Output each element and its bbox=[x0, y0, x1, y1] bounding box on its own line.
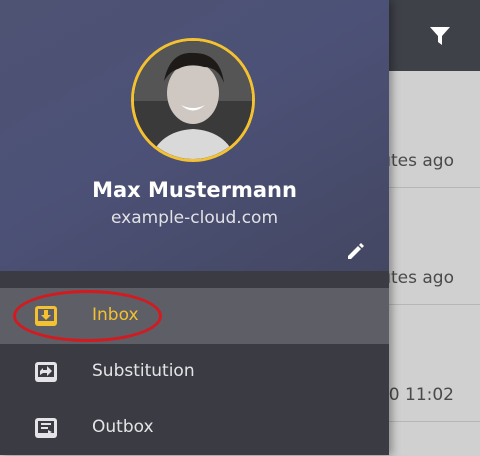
menu-item-label: Inbox bbox=[92, 305, 139, 325]
menu-item-substitution[interactable]: Substitution bbox=[0, 344, 389, 400]
menu-item-outbox[interactable]: Outbox bbox=[0, 400, 389, 456]
menu-item-label: Outbox bbox=[92, 417, 154, 437]
substitution-icon bbox=[33, 360, 59, 384]
edit-profile-button[interactable] bbox=[342, 237, 370, 265]
pencil-icon bbox=[348, 243, 364, 259]
navigation-drawer: Max Mustermann example-cloud.com Inbox S… bbox=[0, 0, 389, 455]
profile-header: Max Mustermann example-cloud.com bbox=[0, 0, 389, 271]
avatar-photo bbox=[134, 41, 252, 159]
user-name: Max Mustermann bbox=[92, 178, 297, 202]
menu-item-inbox[interactable]: Inbox bbox=[0, 288, 389, 344]
row-timestamp: utes ago bbox=[380, 268, 454, 288]
drawer-menu: Inbox Substitution Outbox bbox=[0, 288, 389, 456]
filter-icon bbox=[430, 27, 450, 45]
inbox-icon bbox=[33, 304, 59, 328]
row-timestamp: 20 11:02 bbox=[377, 385, 454, 405]
user-domain: example-cloud.com bbox=[110, 208, 279, 228]
outbox-icon bbox=[33, 416, 59, 440]
menu-item-label: Substitution bbox=[92, 361, 195, 381]
filter-button[interactable] bbox=[420, 16, 460, 56]
row-timestamp: utes ago bbox=[380, 151, 454, 171]
avatar[interactable] bbox=[131, 38, 255, 162]
